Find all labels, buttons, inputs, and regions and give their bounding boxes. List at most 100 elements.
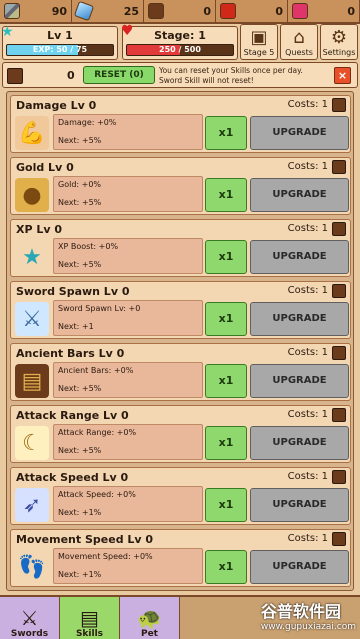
exp-bar: EXP: 50 / 75 (6, 44, 114, 56)
skill-info: Ancient Bars: +0% Next: +5% (53, 362, 203, 398)
skill-stat: Attack Speed: +0% (58, 490, 136, 499)
skill-title: Damage Lv 0 (16, 99, 97, 112)
stage-title: Stage: 1 (154, 29, 206, 42)
multiplier-button[interactable]: x1 (205, 488, 247, 522)
skill-cost: Costs: 1 (287, 161, 328, 172)
quests-button[interactable]: ⌂ Quests (280, 24, 318, 60)
skills-list[interactable]: Damage Lv 0 Costs: 1 💪 Damage: +0% Next:… (6, 91, 354, 591)
gem-icon (73, 0, 95, 22)
skill-info: Damage: +0% Next: +5% (53, 114, 203, 150)
skill-stat: Gold: +0% (58, 180, 102, 189)
skill-book-icon: ▤ (80, 606, 99, 630)
skill-card-movement-speed: Movement Speed Lv 0 Costs: 1 👣 Movement … (10, 529, 351, 587)
multiplier-button[interactable]: x1 (205, 240, 247, 274)
multiplier-button[interactable]: x1 (205, 426, 247, 460)
exp-label: EXP: 50 / 75 (32, 45, 88, 54)
skill-cost: Costs: 1 (287, 409, 328, 420)
skill-points-count: 0 (67, 69, 75, 82)
skill-title: Attack Speed Lv 0 (16, 471, 129, 484)
skill-card-ancient-bars: Ancient Bars Lv 0 Costs: 1 ▤ Ancient Bar… (10, 343, 351, 401)
upgrade-button[interactable]: UPGRADE (250, 178, 349, 212)
reset-button[interactable]: RESET (0) (83, 66, 155, 84)
skill-next: Next: +5% (58, 446, 102, 455)
skill-book-icon (7, 68, 23, 84)
skill-next: Next: +5% (58, 384, 102, 393)
books-count: 0 (203, 4, 211, 18)
upgrade-button[interactable]: UPGRADE (250, 240, 349, 274)
resource-swords: 90 (0, 0, 72, 22)
cost-book-icon (332, 470, 346, 484)
skill-next: Next: +5% (58, 260, 102, 269)
skill-cost: Costs: 1 (287, 285, 328, 296)
book-icon (148, 3, 164, 19)
star-icon: ★ (15, 240, 49, 274)
close-button[interactable]: × (334, 67, 351, 84)
watermark-title: 谷普软件园 (260, 602, 341, 621)
skill-next: Next: +1 (58, 322, 94, 331)
skill-title: XP Lv 0 (16, 223, 63, 236)
speed-icon: ➶ (15, 488, 49, 522)
tab-skills[interactable]: ▤ Skills (60, 597, 120, 639)
rubies-count: 0 (347, 4, 355, 18)
skill-cost: Costs: 1 (287, 99, 328, 110)
upgrade-button[interactable]: UPGRADE (250, 426, 349, 460)
quests-icon: ⌂ (293, 27, 305, 48)
reset-note-line1: You can reset your Skills once per day. (159, 66, 303, 75)
skill-info: XP Boost: +0% Next: +5% (53, 238, 203, 274)
skill-stat: Sword Spawn Lv: +0 (58, 304, 141, 313)
cost-book-icon (332, 532, 346, 546)
skill-title: Attack Range Lv 0 (16, 409, 129, 422)
skill-title: Gold Lv 0 (16, 161, 74, 174)
skill-info: Sword Spawn Lv: +0 Next: +1 (53, 300, 203, 336)
resource-rubies: 0 (288, 0, 360, 22)
ruby-icon (292, 3, 308, 19)
sword-icon (4, 3, 20, 19)
multiplier-button[interactable]: x1 (205, 302, 247, 336)
cost-book-icon (332, 408, 346, 422)
skill-info: Movement Speed: +0% Next: +1% (53, 548, 203, 584)
gems-count: 25 (123, 4, 139, 18)
pet-icon: 🐢 (137, 606, 162, 630)
tab-swords-label: Swords (10, 629, 49, 639)
resource-bar: 90 25 0 0 0 (0, 0, 360, 24)
tab-skills-label: Skills (75, 629, 104, 639)
resource-apples: 0 (216, 0, 288, 22)
skill-stat: Damage: +0% (58, 118, 117, 127)
stage-panel: Stage: 1 250 / 500 ♥ (121, 23, 238, 60)
muscle-icon: 💪 (15, 116, 49, 150)
tab-pet[interactable]: 🐢 Pet (120, 597, 180, 639)
hp-bar: 250 / 500 (126, 44, 234, 56)
skill-card-damage: Damage Lv 0 Costs: 1 💪 Damage: +0% Next:… (10, 95, 351, 153)
level-title: Lv 1 (47, 29, 73, 42)
upgrade-button[interactable]: UPGRADE (250, 550, 349, 584)
skill-info: Gold: +0% Next: +5% (53, 176, 203, 212)
skill-next: Next: +1% (58, 570, 102, 579)
multiplier-button[interactable]: x1 (205, 364, 247, 398)
watermark-url: www.gupuxiazai.com (260, 622, 356, 632)
skill-stat: Movement Speed: +0% (58, 552, 153, 561)
upgrade-button[interactable]: UPGRADE (250, 488, 349, 522)
upgrade-button[interactable]: UPGRADE (250, 302, 349, 336)
gear-icon: ⚙ (330, 27, 348, 48)
skill-stat: Ancient Bars: +0% (58, 366, 134, 375)
skill-stat: XP Boost: +0% (58, 242, 119, 251)
exp-star-icon: ★ (1, 24, 14, 40)
multiplier-button[interactable]: x1 (205, 178, 247, 212)
swords-count: 90 (51, 4, 67, 18)
settings-button[interactable]: ⚙ Settings (320, 24, 358, 60)
watermark: 谷普软件园 www.gupuxiazai.com (261, 598, 356, 632)
cost-book-icon (332, 346, 346, 360)
tab-pet-label: Pet (140, 629, 158, 639)
upgrade-button[interactable]: UPGRADE (250, 364, 349, 398)
skill-next: Next: +5% (58, 136, 102, 145)
tab-swords[interactable]: ⚔ Swords (0, 597, 60, 639)
stage-button[interactable]: ▣ Stage 5 (240, 24, 278, 60)
multiplier-button[interactable]: x1 (205, 550, 247, 584)
cost-book-icon (332, 160, 346, 174)
resource-books: 0 (144, 0, 216, 22)
heart-icon: ♥ (121, 23, 134, 39)
upgrade-button[interactable]: UPGRADE (250, 116, 349, 150)
multiplier-button[interactable]: x1 (205, 116, 247, 150)
sword-icon: ⚔ (20, 606, 39, 630)
skill-card-gold: Gold Lv 0 Costs: 1 ● Gold: +0% Next: +5%… (10, 157, 351, 215)
